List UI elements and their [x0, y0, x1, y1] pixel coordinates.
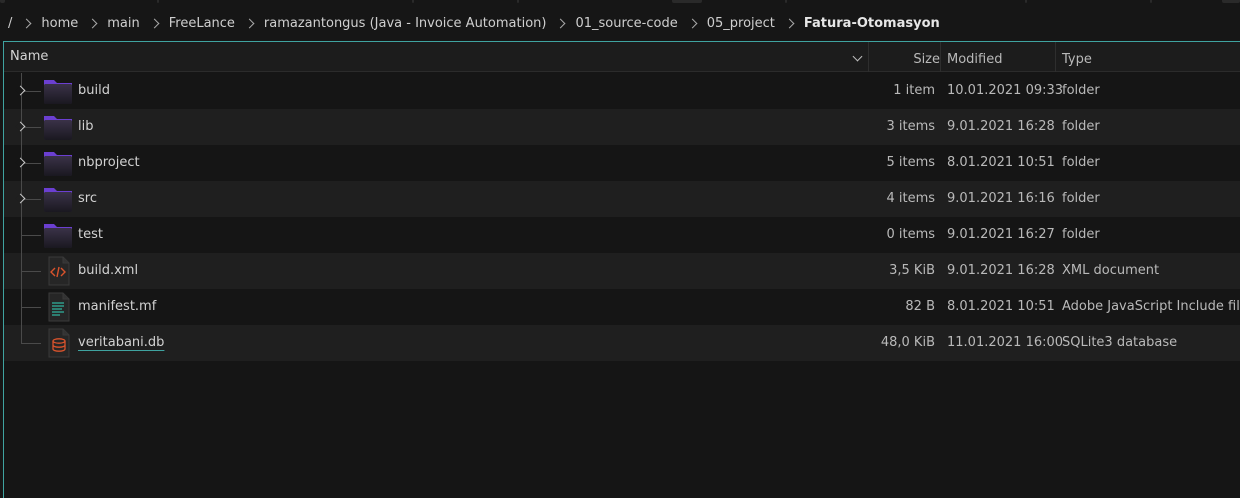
file-size: 82 B — [905, 299, 935, 314]
file-modified: 8.01.2021 10:51 — [947, 155, 1055, 170]
file-modified: 9.01.2021 16:16 — [947, 191, 1055, 206]
breadcrumb-home[interactable]: home — [41, 16, 78, 31]
file-modified: 11.01.2021 16:00 — [947, 335, 1064, 350]
table-row[interactable]: nbproject 5 items 8.01.2021 10:51 folder — [4, 145, 1240, 181]
breadcrumb-root[interactable]: / — [8, 16, 12, 31]
file-size: 48,0 KiB — [880, 335, 935, 350]
column-header-modified[interactable]: Modified — [941, 42, 1056, 72]
file-type: SQLite3 database — [1062, 335, 1178, 350]
file-list-view[interactable]: Name Size Modified Type build 1 item 10.01… — [3, 41, 1240, 498]
file-type: folder — [1062, 227, 1100, 242]
table-row[interactable]: manifest.mf 82 B 8.01.2021 10:51 Adobe Java… — [4, 289, 1240, 325]
expand-chevron-icon[interactable] — [15, 121, 26, 132]
file-type: folder — [1062, 119, 1100, 134]
file-name: nbproject — [78, 155, 140, 170]
file-size: 0 items — [886, 227, 935, 242]
table-row[interactable]: veritabani.db 48,0 KiB 11.01.2021 16:00 SQL… — [4, 325, 1240, 361]
folder-icon — [42, 184, 74, 214]
expand-chevron-icon[interactable] — [15, 157, 26, 168]
file-size: 4 items — [886, 191, 935, 206]
file-name: src — [78, 191, 97, 206]
chevron-right-icon — [556, 18, 566, 28]
file-name: build.xml — [78, 263, 139, 278]
breadcrumb-ramazantongus[interactable]: ramazantongus (Java - Invoice Automation… — [264, 16, 547, 31]
tree-guide-line — [21, 325, 22, 344]
chevron-right-icon — [149, 18, 160, 28]
chevron-right-icon — [87, 18, 98, 28]
file-name: veritabani.db — [78, 335, 165, 350]
file-type: XML document — [1062, 263, 1160, 278]
file-name: build — [78, 83, 110, 98]
expand-chevron-icon[interactable] — [15, 193, 26, 204]
file-size: 1 item — [893, 83, 935, 98]
table-row[interactable]: src 4 items 9.01.2021 16:16 folder — [4, 181, 1240, 217]
file-name: lib — [78, 119, 94, 134]
file-modified: 9.01.2021 16:28 — [947, 119, 1055, 134]
folder-icon — [42, 76, 74, 106]
database-file-icon — [42, 328, 74, 358]
column-header-bar: Name Size Modified Type — [4, 42, 1240, 72]
file-name: manifest.mf — [78, 299, 157, 314]
breadcrumb: / home main FreeLance ramazantongus (Jav… — [0, 8, 1240, 38]
xml-file-icon — [42, 256, 74, 286]
tree-guide-branch — [21, 235, 41, 236]
file-rows: build 1 item 10.01.2021 09:33 folder lib 3 it… — [4, 73, 1240, 361]
file-size: 3 items — [886, 119, 935, 134]
column-header-type[interactable]: Type — [1056, 42, 1240, 72]
file-name: test — [78, 227, 103, 242]
file-size: 5 items — [886, 155, 935, 170]
table-row[interactable]: test 0 items 9.01.2021 16:27 folder — [4, 217, 1240, 253]
file-modified: 10.01.2021 09:33 — [947, 83, 1064, 98]
breadcrumb-freelance[interactable]: FreeLance — [169, 16, 235, 31]
table-row[interactable]: lib 3 items 9.01.2021 16:28 folder — [4, 109, 1240, 145]
file-type: folder — [1062, 83, 1100, 98]
breadcrumb-project[interactable]: 05_project — [707, 16, 775, 31]
chevron-right-icon — [21, 18, 32, 28]
table-row[interactable]: build.xml 3,5 KiB 9.01.2021 16:28 XML docum… — [4, 253, 1240, 289]
file-size: 3,5 KiB — [889, 263, 935, 278]
column-header-name[interactable]: Name — [4, 42, 869, 72]
file-type: folder — [1062, 191, 1100, 206]
file-modified: 9.01.2021 16:28 — [947, 263, 1055, 278]
breadcrumb-main[interactable]: main — [107, 16, 139, 31]
column-header-size[interactable]: Size — [869, 42, 941, 72]
tab-strip-edge — [0, 0, 1240, 4]
breadcrumb-source-code[interactable]: 01_source-code — [575, 16, 677, 31]
chevron-right-icon — [784, 18, 795, 28]
file-type: folder — [1062, 155, 1100, 170]
tree-guide-branch — [21, 343, 41, 344]
chevron-right-icon — [687, 18, 698, 28]
folder-icon — [42, 220, 74, 250]
tree-guide-branch — [21, 307, 41, 308]
column-header-name-label: Name — [10, 49, 49, 64]
file-modified: 8.01.2021 10:51 — [947, 299, 1055, 314]
sort-descending-icon[interactable] — [852, 51, 863, 62]
text-file-icon — [42, 292, 74, 322]
folder-icon — [42, 112, 74, 142]
folder-icon — [42, 148, 74, 178]
chevron-right-icon — [244, 18, 255, 28]
tree-guide-branch — [21, 271, 41, 272]
table-row[interactable]: build 1 item 10.01.2021 09:33 folder — [4, 73, 1240, 109]
expand-chevron-icon[interactable] — [15, 85, 26, 96]
file-modified: 9.01.2021 16:27 — [947, 227, 1055, 242]
breadcrumb-current[interactable]: Fatura-Otomasyon — [804, 16, 940, 31]
file-type: Adobe JavaScript Include file — [1062, 299, 1240, 314]
